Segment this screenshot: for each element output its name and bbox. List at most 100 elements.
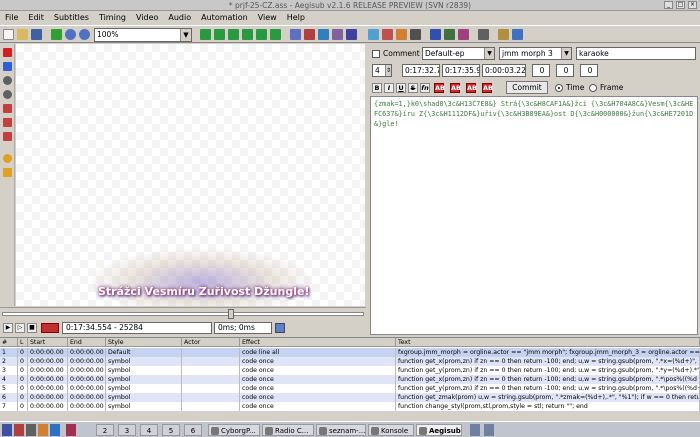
vector-clip-icon[interactable] (3, 132, 12, 141)
video-time-field[interactable]: 0:17:34.554 - 25284 (62, 322, 212, 334)
secondary-color-button[interactable]: AB (450, 83, 461, 93)
properties-icon[interactable] (304, 29, 315, 40)
open-video-icon[interactable] (51, 29, 62, 40)
stop-icon[interactable]: ■ (27, 323, 37, 333)
zoom-select[interactable]: 100% ▼ (94, 28, 192, 42)
table-row[interactable]: 6 0 0:00:00.00 0:00:00.00 symbol code on… (0, 393, 700, 402)
maximize-button[interactable]: □ (676, 1, 685, 9)
save-file-icon[interactable] (31, 29, 42, 40)
task-konsole[interactable]: Konsole (368, 424, 414, 436)
video-zoom-icon[interactable] (275, 323, 285, 333)
task-aegisub[interactable]: Aegisub (416, 424, 462, 436)
actor-select[interactable]: jmm morph 3 ▼ (499, 47, 572, 60)
video-seek-bar[interactable] (0, 307, 366, 319)
style-select[interactable]: Default-ep ▼ (422, 47, 495, 60)
margin-left-field[interactable]: 0 (532, 64, 550, 77)
bold-button[interactable]: B (372, 83, 382, 93)
menu-file[interactable]: File (0, 12, 23, 24)
video-display[interactable]: Strážci Vesmíru Zuřivost Džungle! (16, 44, 365, 306)
col-number[interactable]: # (0, 338, 18, 347)
menu-audio[interactable]: Audio (163, 12, 196, 24)
col-start[interactable]: Start (28, 338, 68, 347)
lock-icon[interactable] (3, 168, 12, 177)
clip-tool-icon[interactable] (3, 118, 12, 127)
automation-icon[interactable] (346, 29, 357, 40)
translation-assistant-icon[interactable] (410, 29, 421, 40)
strikeout-button[interactable]: S (408, 83, 418, 93)
menu-video[interactable]: Video (131, 12, 163, 24)
rotate-z-icon[interactable] (3, 76, 12, 85)
seek-track[interactable] (2, 312, 364, 316)
font-button[interactable]: fn (420, 83, 430, 93)
tray-icon[interactable] (470, 424, 480, 436)
fonts-collector-icon[interactable] (332, 29, 343, 40)
kanji-timer-icon[interactable] (396, 29, 407, 40)
table-row[interactable]: 4 0 0:00:00.00 0:00:00.00 symbol code on… (0, 375, 700, 384)
col-effect[interactable]: Effect (240, 338, 396, 347)
find-icon[interactable] (444, 29, 455, 40)
attachments-icon[interactable] (318, 29, 329, 40)
snap-start-icon[interactable] (228, 29, 239, 40)
timing-postprocessor-icon[interactable] (382, 29, 393, 40)
workspace-4[interactable]: 4 (140, 424, 158, 436)
terminal-icon[interactable] (26, 424, 36, 436)
jump-start-icon[interactable] (200, 29, 211, 40)
menu-help[interactable]: Help (282, 12, 310, 24)
realtime-icon[interactable] (3, 154, 12, 163)
new-file-icon[interactable] (3, 29, 14, 40)
help-icon[interactable] (512, 29, 523, 40)
media-icon[interactable] (66, 424, 76, 436)
open-file-icon[interactable] (17, 29, 28, 40)
replace-icon[interactable] (458, 29, 469, 40)
task-seznam[interactable]: seznam-... (316, 424, 366, 436)
subtitle-text-editor[interactable]: {zmak=1,}k0\shad0\3c&H13C7E8&} Strá{\3c&… (370, 96, 698, 335)
file-manager-icon[interactable] (50, 424, 60, 436)
workspace-6[interactable]: 6 (184, 424, 202, 436)
sort-icon[interactable] (430, 29, 441, 40)
layer-field[interactable]: 4 ⇕ (372, 64, 392, 77)
play-line-icon[interactable]: ▷ (15, 323, 25, 333)
menu-subtitles[interactable]: Subtitles (49, 12, 94, 24)
col-actor[interactable]: Actor (182, 338, 240, 347)
outline-color-button[interactable]: AB (466, 83, 477, 93)
snap-scene-icon[interactable] (256, 29, 267, 40)
shadow-color-button[interactable]: AB (482, 83, 493, 93)
kde-menu-icon[interactable] (2, 424, 12, 436)
menu-edit[interactable]: Edit (23, 12, 49, 24)
rotate-xy-icon[interactable] (3, 90, 12, 99)
jump-end-icon[interactable] (214, 29, 225, 40)
col-style[interactable]: Style (106, 338, 182, 347)
tray-icon[interactable] (484, 424, 494, 436)
comment-checkbox[interactable] (372, 50, 380, 58)
snap-end-icon[interactable] (242, 29, 253, 40)
zoom-out-icon[interactable] (79, 29, 90, 40)
table-row[interactable]: 7 0 0:00:00.00 0:00:00.00 symbol code on… (0, 402, 700, 411)
play-icon[interactable]: ▶ (3, 323, 13, 333)
home-icon[interactable] (14, 424, 24, 436)
drag-tool-icon[interactable] (3, 62, 12, 71)
close-button[interactable]: × (688, 1, 697, 9)
duration-field[interactable]: 0:00:03.22 (482, 64, 526, 77)
standard-tool-icon[interactable] (3, 48, 12, 57)
styles-manager-icon[interactable] (290, 29, 301, 40)
frame-radio[interactable] (589, 84, 597, 92)
margin-right-field[interactable]: 0 (556, 64, 574, 77)
menu-view[interactable]: View (253, 12, 282, 24)
end-time-field[interactable]: 0:17:35.98 (442, 64, 480, 77)
auto-scroll-icon[interactable] (41, 323, 59, 333)
options-icon[interactable] (498, 29, 509, 40)
zoom-in-icon[interactable] (65, 29, 76, 40)
table-row[interactable]: 1 0 0:00:00.00 0:00:00.00 Default code l… (0, 348, 700, 357)
start-time-field[interactable]: 0:17:32.76 (402, 64, 440, 77)
table-row[interactable]: 5 0 0:00:00.00 0:00:00.00 symbol code on… (0, 384, 700, 393)
scale-tool-icon[interactable] (3, 104, 12, 113)
menu-automation[interactable]: Automation (196, 12, 253, 24)
table-row[interactable]: 3 0 0:00:00.00 0:00:00.00 symbol code on… (0, 366, 700, 375)
task-cyborg[interactable]: CyborgP... (208, 424, 260, 436)
resample-icon[interactable] (368, 29, 379, 40)
commit-button[interactable]: Commit (506, 81, 548, 94)
underline-button[interactable]: U (396, 83, 406, 93)
col-text[interactable]: Text (396, 338, 700, 347)
italic-button[interactable]: I (384, 83, 394, 93)
video-subs-offset-field[interactable]: 0ms; 0ms (214, 322, 272, 334)
